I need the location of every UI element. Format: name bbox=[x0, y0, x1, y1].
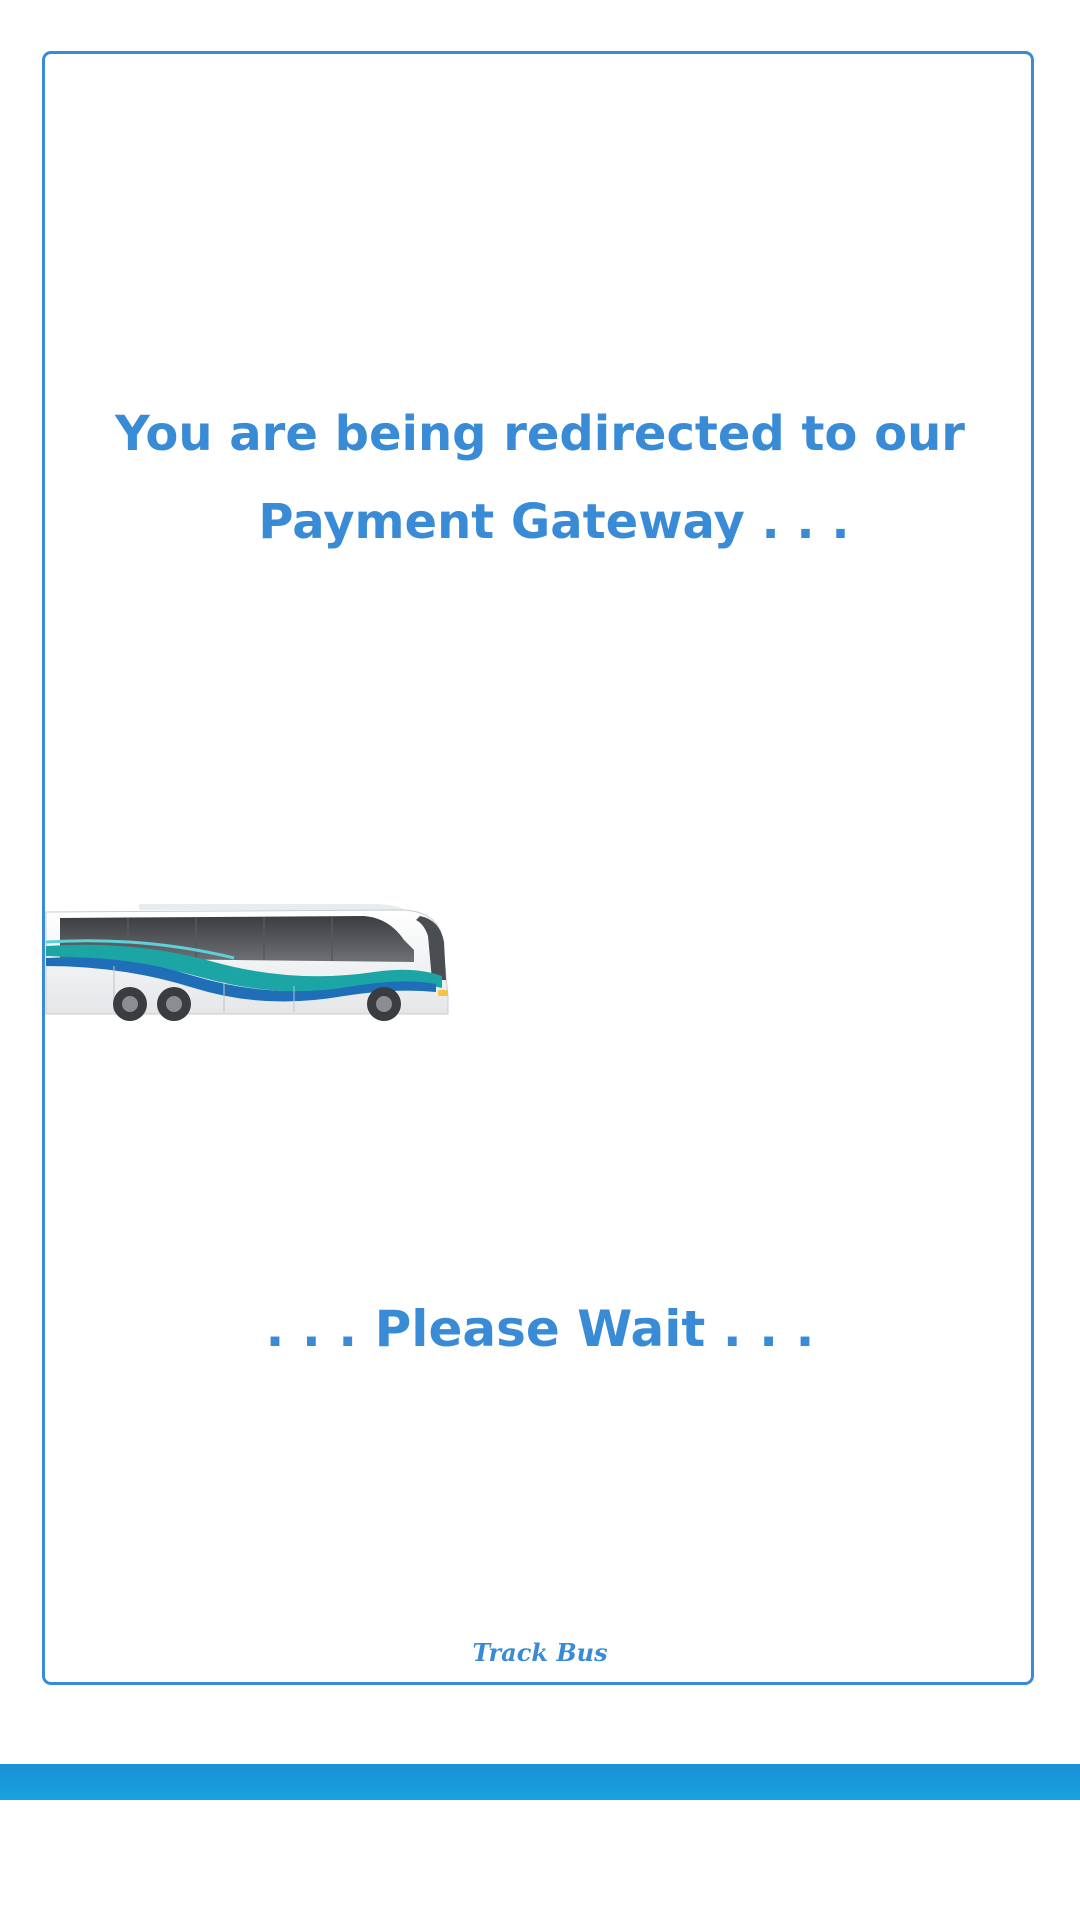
redirect-message: You are being redirected to our Payment … bbox=[0, 390, 1080, 566]
redirect-message-line-1: You are being redirected to our bbox=[115, 406, 965, 462]
bus-illustration bbox=[45, 904, 449, 1021]
brand-label: Track Bus bbox=[472, 1638, 608, 1667]
redirect-card bbox=[42, 51, 1034, 1685]
please-wait-message: . . . Please Wait . . . bbox=[265, 1300, 815, 1358]
redirect-message-line-2: Payment Gateway . . . bbox=[258, 494, 850, 550]
bottom-bar bbox=[0, 1764, 1080, 1800]
